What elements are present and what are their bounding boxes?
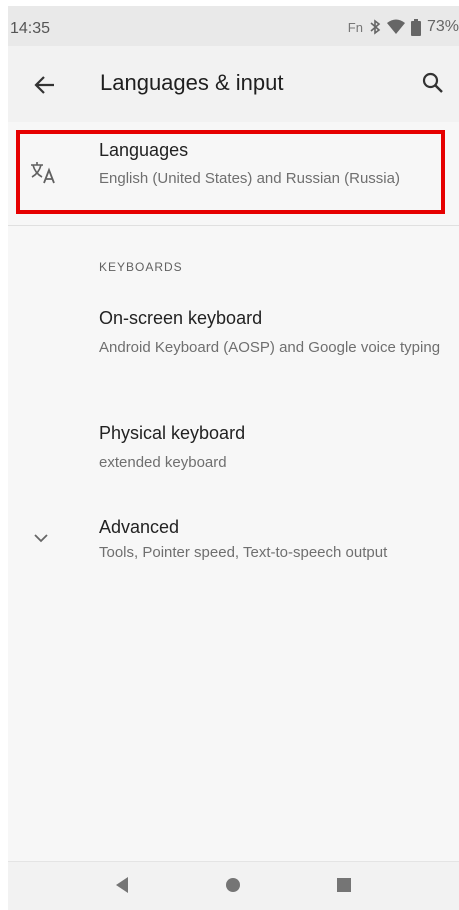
physical-keyboard-item[interactable]: Physical keyboard extended keyboard bbox=[8, 411, 459, 481]
nav-home-icon[interactable] bbox=[224, 876, 242, 899]
advanced-subtitle: Tools, Pointer speed, Text-to-speech out… bbox=[99, 544, 388, 561]
nav-recents-icon[interactable] bbox=[336, 877, 352, 898]
languages-title: Languages bbox=[99, 140, 189, 160]
navigation-bar bbox=[8, 861, 459, 910]
phone-screen: 14:35 Fn 73% Languages & input Languages… bbox=[8, 6, 459, 910]
page-title: Languages & input bbox=[100, 70, 284, 95]
status-bar: 14:35 Fn 73% bbox=[8, 6, 459, 46]
fn-indicator: Fn bbox=[347, 19, 363, 35]
onscreen-keyboard-title: On-screen keyboard bbox=[99, 308, 263, 328]
advanced-item[interactable]: Advanced Tools, Pointer speed, Text-to-s… bbox=[8, 501, 459, 571]
battery-icon bbox=[410, 18, 421, 36]
physical-keyboard-title: Physical keyboard bbox=[99, 423, 246, 443]
status-icons: Fn 73% bbox=[348, 18, 459, 36]
onscreen-keyboard-subtitle: Android Keyboard (AOSP) and Google voice… bbox=[99, 339, 441, 356]
advanced-title: Advanced bbox=[99, 517, 180, 537]
translate-icon bbox=[29, 159, 59, 187]
chevron-down-icon bbox=[32, 529, 50, 547]
bluetooth-icon bbox=[369, 19, 381, 35]
languages-item[interactable]: Languages English (United States) and Ru… bbox=[8, 122, 459, 225]
search-icon[interactable] bbox=[421, 71, 445, 95]
keyboards-section-header: KEYBOARDS bbox=[99, 260, 183, 274]
nav-back-icon[interactable] bbox=[114, 876, 130, 899]
app-bar: Languages & input bbox=[8, 46, 459, 122]
onscreen-keyboard-item[interactable]: On-screen keyboard Android Keyboard (AOS… bbox=[8, 296, 459, 386]
physical-keyboard-subtitle: extended keyboard bbox=[99, 454, 227, 471]
back-arrow-icon[interactable] bbox=[32, 72, 58, 98]
languages-subtitle: English (United States) and Russian (Rus… bbox=[99, 170, 400, 187]
battery-level: 73% bbox=[426, 18, 459, 35]
wifi-icon bbox=[386, 19, 405, 35]
divider bbox=[8, 225, 459, 226]
status-time: 14:35 bbox=[10, 20, 51, 37]
